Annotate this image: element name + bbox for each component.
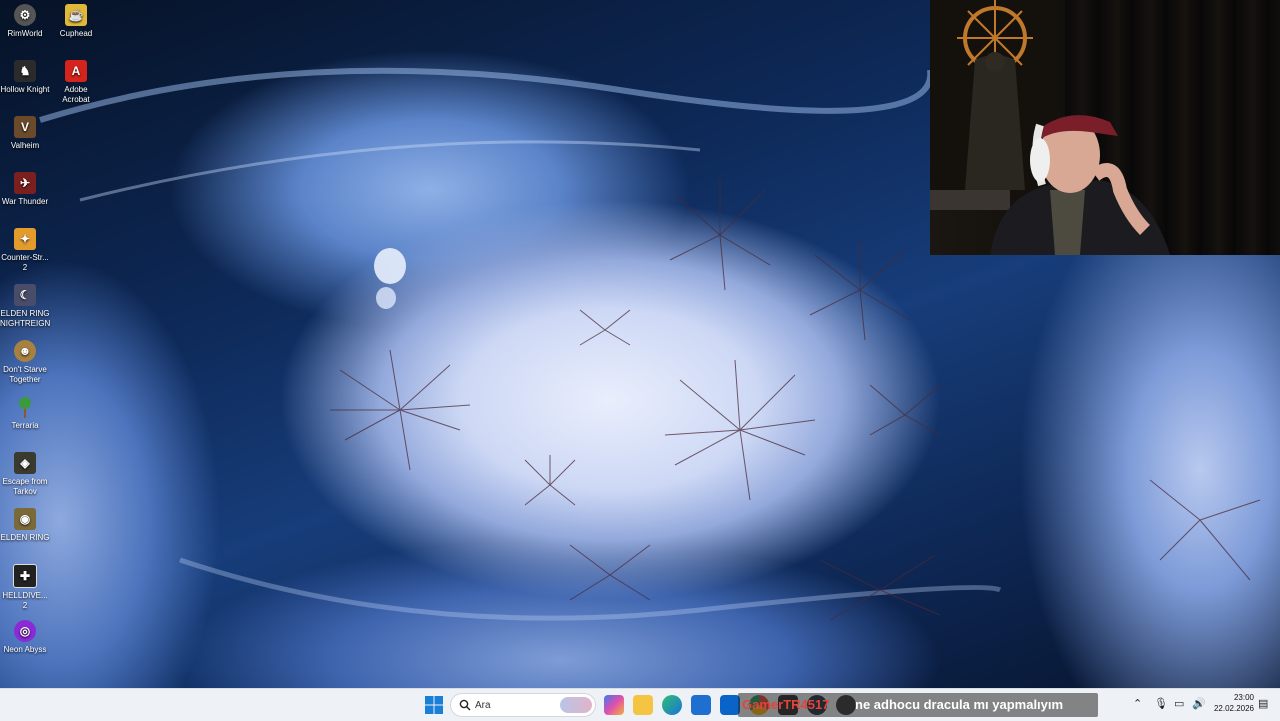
copilot-icon[interactable] (604, 695, 624, 715)
terraria-icon (14, 396, 36, 418)
desktop-icon-cuphead[interactable]: ☕ Cuphead (51, 0, 101, 39)
desktop-icon-elden-ring[interactable]: ◉ ELDEN RING (0, 504, 50, 543)
desktop-icon-label: Valheim (10, 141, 40, 150)
desktop-icon-label: Escape from Tarkov (2, 477, 48, 496)
chat-username: GamerTR4517 (742, 697, 830, 712)
rimworld-icon: ⚙ (14, 4, 36, 26)
dont-starve-icon: ☻ (14, 340, 36, 362)
clock-date: 22.02.2026 (1213, 704, 1254, 713)
desktop-icon-neon-abyss[interactable]: ◎ Neon Abyss (0, 616, 50, 655)
microsoft-store-icon[interactable] (691, 695, 711, 715)
clock-time: 23:00 (1233, 693, 1254, 702)
search-highlight-image (560, 697, 592, 713)
search-placeholder: Ara (475, 700, 491, 711)
desktop-icon-valheim[interactable]: V Valheim (0, 112, 50, 151)
webcam-overlay (930, 0, 1280, 255)
elden-ring-nightreign-icon: ☾ (14, 284, 36, 306)
desktop-icon-label: Don't Starve Together (3, 365, 47, 384)
elden-ring-icon: ◉ (14, 508, 36, 530)
desktop-icon-adobe-acrobat[interactable]: A Adobe Acrobat (51, 56, 101, 105)
desktop-icon-label: Counter-Str... 2 (1, 253, 49, 272)
show-hidden-icons-chevron-icon[interactable]: ⌃ (1133, 697, 1142, 710)
cuphead-icon: ☕ (65, 4, 87, 26)
outlook-icon[interactable] (720, 695, 740, 715)
desktop-icon-elden-ring-nightreign[interactable]: ☾ ELDEN RING NIGHTREIGN (0, 280, 50, 329)
desktop-icon-label: Neon Abyss (3, 645, 47, 654)
counter-strike-icon: ✦ (14, 228, 36, 250)
taskbar-clock[interactable]: 23:00 22.02.2026 (1208, 692, 1254, 714)
desktop-icon-dont-starve-together[interactable]: ☻ Don't Starve Together (0, 336, 50, 385)
desktop-icon-counter-strike[interactable]: ✦ Counter-Str... 2 (0, 224, 50, 273)
helldivers-icon: ✚ (13, 564, 37, 588)
search-icon (459, 699, 471, 711)
desktop-icon-label: Hollow Knight (0, 85, 50, 94)
desktop-icon-label: Adobe Acrobat (62, 85, 90, 104)
desktop-icon-label: HELLDIVE... 2 (2, 591, 48, 610)
desktop-icon-label: RimWorld (7, 29, 43, 38)
war-thunder-icon: ✈ (14, 172, 36, 194)
desktop-icon-hollow-knight[interactable]: ♞ Hollow Knight (0, 56, 50, 95)
desktop-icon-label: Cuphead (59, 29, 93, 38)
taskbar-search-box[interactable]: Ara (450, 693, 596, 717)
hollow-knight-icon: ♞ (14, 60, 36, 82)
valheim-icon: V (14, 116, 36, 138)
desktop-icon-terraria[interactable]: Terraria (0, 392, 50, 431)
notification-bell-icon[interactable]: ▤ (1258, 697, 1268, 710)
desktop-icon-label: ELDEN RING (0, 533, 50, 542)
desktop-icon-area: ⚙ RimWorld ☕ Cuphead ♞ Hollow Knight A A… (0, 0, 110, 688)
edge-icon[interactable] (662, 695, 682, 715)
desktop-icon-label: ELDEN RING NIGHTREIGN (0, 309, 51, 328)
tarkov-icon: ◈ (14, 452, 36, 474)
desktop-icon-war-thunder[interactable]: ✈ War Thunder (0, 168, 50, 207)
desktop-icon-rimworld[interactable]: ⚙ RimWorld (0, 0, 50, 39)
file-explorer-icon[interactable] (633, 695, 653, 715)
desktop-icon-escape-from-tarkov[interactable]: ◈ Escape from Tarkov (0, 448, 50, 497)
desktop-icon-label: Terraria (11, 421, 39, 430)
acrobat-icon: A (65, 60, 87, 82)
volume-icon[interactable]: 🔊 (1192, 697, 1206, 710)
desktop-icon-label: War Thunder (1, 197, 49, 206)
network-icon[interactable]: ▭ (1174, 697, 1184, 710)
windows-start-icon[interactable] (424, 695, 444, 715)
streamer-video (930, 115, 1170, 255)
microphone-icon[interactable]: 🎙 (1154, 697, 1168, 710)
chat-message: ne adhocu dracula mı yapmalıyım (855, 697, 1064, 712)
desktop-icon-helldivers[interactable]: ✚ HELLDIVE... 2 (0, 560, 50, 611)
neon-abyss-icon: ◎ (14, 620, 36, 642)
